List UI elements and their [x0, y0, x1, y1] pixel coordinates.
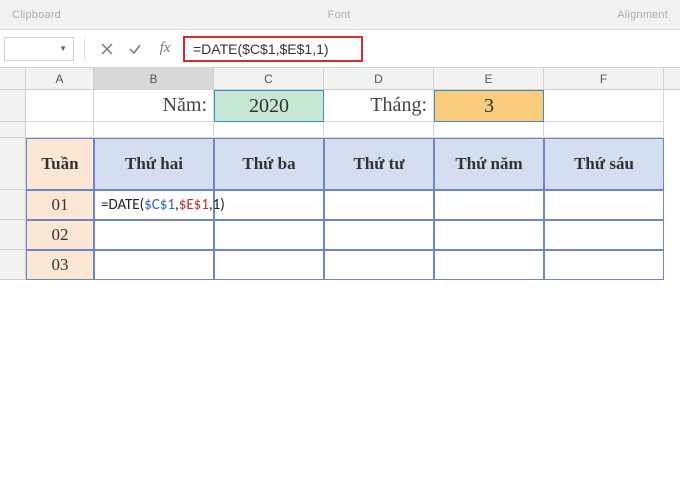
- formula-ref2: $E$1: [179, 196, 209, 214]
- row-2: [0, 122, 680, 138]
- check-icon: [128, 42, 142, 56]
- row-1: Năm: 2020 Tháng: 3: [0, 90, 680, 122]
- ribbon-group-clipboard: Clipboard: [12, 9, 61, 21]
- formula-bar: ▼ fx =DATE($C$1,$E$1,1): [0, 30, 680, 68]
- cell-week-header[interactable]: Tuần: [26, 138, 94, 190]
- row-week-03: 03: [0, 250, 680, 280]
- row-header-6[interactable]: [0, 250, 26, 280]
- fx-label: fx: [160, 40, 171, 57]
- cell-D-week01[interactable]: [324, 190, 434, 220]
- excel-window: Clipboard Font Alignment ▼ fx =DATE($C$1…: [0, 0, 680, 500]
- cell-B-week01-editing[interactable]: =DATE($C$1,$E$1,1): [94, 190, 214, 220]
- name-box[interactable]: ▼: [4, 37, 74, 61]
- cancel-button[interactable]: [95, 37, 119, 61]
- cell-week-02[interactable]: 02: [26, 220, 94, 250]
- cell-D2[interactable]: [324, 122, 434, 138]
- x-icon: [100, 42, 114, 56]
- year-value: 2020: [249, 95, 289, 118]
- cell-F-week03[interactable]: [544, 250, 664, 280]
- select-all-corner[interactable]: [0, 68, 26, 89]
- worksheet-grid[interactable]: Năm: 2020 Tháng: 3 Tuần Thứ hai Thứ ba T…: [0, 90, 680, 280]
- formula-prefix: =DATE(: [101, 196, 144, 214]
- cell-B1[interactable]: Năm:: [94, 90, 214, 122]
- formula-ref1: $C$1: [144, 196, 175, 214]
- column-header-B[interactable]: B: [94, 68, 214, 89]
- cell-A1[interactable]: [26, 90, 94, 122]
- cell-B2[interactable]: [94, 122, 214, 138]
- cell-C2[interactable]: [214, 122, 324, 138]
- cell-D-week02[interactable]: [324, 220, 434, 250]
- ribbon-group-font: Font: [328, 9, 351, 21]
- column-header-D[interactable]: D: [324, 68, 434, 89]
- formula-input[interactable]: =DATE($C$1,$E$1,1): [183, 36, 363, 62]
- row-week-01: 01 =DATE($C$1,$E$1,1): [0, 190, 680, 220]
- cell-E1[interactable]: 3: [434, 90, 544, 122]
- month-value: 3: [484, 95, 494, 118]
- row-header-5[interactable]: [0, 220, 26, 250]
- enter-button[interactable]: [123, 37, 147, 61]
- cell-F-week01[interactable]: [544, 190, 664, 220]
- cell-A2[interactable]: [26, 122, 94, 138]
- cell-week-03[interactable]: 03: [26, 250, 94, 280]
- column-header-A[interactable]: A: [26, 68, 94, 89]
- cell-C1[interactable]: 2020: [214, 90, 324, 122]
- cell-D-week03[interactable]: [324, 250, 434, 280]
- cell-F2[interactable]: [544, 122, 664, 138]
- cell-C-week02[interactable]: [214, 220, 324, 250]
- cell-dow-mon[interactable]: Thứ hai: [94, 138, 214, 190]
- cell-C-week03[interactable]: [214, 250, 324, 280]
- insert-function-button[interactable]: fx: [151, 37, 179, 61]
- cell-B-week02[interactable]: [94, 220, 214, 250]
- cell-E2[interactable]: [434, 122, 544, 138]
- formula-text: =DATE($C$1,$E$1,1): [193, 41, 329, 57]
- cell-dow-thu[interactable]: Thứ năm: [434, 138, 544, 190]
- row-header-3[interactable]: [0, 138, 26, 190]
- year-label: Năm:: [163, 94, 207, 117]
- formula-tail: 1): [213, 196, 225, 214]
- column-headers: A B C D E F: [0, 68, 680, 90]
- column-header-E[interactable]: E: [434, 68, 544, 89]
- cell-dow-fri[interactable]: Thứ sáu: [544, 138, 664, 190]
- column-header-F[interactable]: F: [544, 68, 664, 89]
- ribbon-groups-strip: Clipboard Font Alignment: [0, 0, 680, 30]
- row-header-2[interactable]: [0, 122, 26, 138]
- cell-F-week02[interactable]: [544, 220, 664, 250]
- row-header-1[interactable]: [0, 90, 26, 122]
- cell-E-week01[interactable]: [434, 190, 544, 220]
- row-3-header: Tuần Thứ hai Thứ ba Thứ tư Thứ năm Thứ s…: [0, 138, 680, 190]
- cell-E-week02[interactable]: [434, 220, 544, 250]
- cell-week-01[interactable]: 01: [26, 190, 94, 220]
- cell-C-week01[interactable]: [214, 190, 324, 220]
- cell-dow-tue[interactable]: Thứ ba: [214, 138, 324, 190]
- cell-D1[interactable]: Tháng:: [324, 90, 434, 122]
- column-header-C[interactable]: C: [214, 68, 324, 89]
- cell-B-week03[interactable]: [94, 250, 214, 280]
- dropdown-icon[interactable]: ▼: [59, 44, 67, 53]
- cell-F1[interactable]: [544, 90, 664, 122]
- month-label: Tháng:: [370, 94, 427, 117]
- cell-E-week03[interactable]: [434, 250, 544, 280]
- row-header-4[interactable]: [0, 190, 26, 220]
- separator: [84, 37, 85, 61]
- cell-dow-wed[interactable]: Thứ tư: [324, 138, 434, 190]
- ribbon-group-alignment: Alignment: [617, 9, 668, 21]
- row-week-02: 02: [0, 220, 680, 250]
